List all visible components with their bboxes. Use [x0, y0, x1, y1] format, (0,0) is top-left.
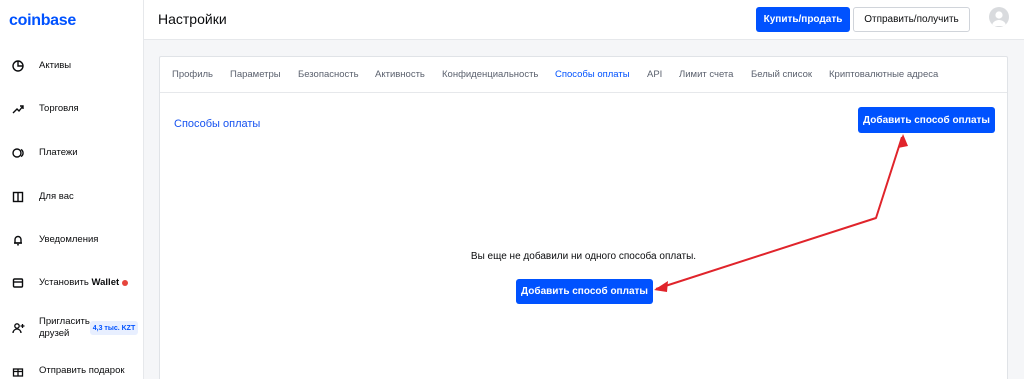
invite-label-line2: друзей: [39, 328, 70, 339]
add-payment-method-button[interactable]: Добавить способ оплаты: [858, 107, 995, 133]
sidebar-item-trade[interactable]: Торговля: [0, 94, 143, 124]
empty-state-message: Вы еще не добавили ни одного способа опл…: [470, 251, 697, 262]
tab-api[interactable]: API: [647, 69, 662, 80]
settings-tabs: Профиль Параметры Безопасность Активност…: [160, 57, 1007, 93]
settings-card: Профиль Параметры Безопасность Активност…: [159, 56, 1008, 379]
sidebar-item-notifications[interactable]: Уведомления: [0, 225, 143, 255]
sidebar: coinbase Активы Торговля Платежи Для вас…: [0, 0, 144, 379]
tab-preferences[interactable]: Параметры: [230, 69, 281, 80]
tab-account-limits[interactable]: Лимит счета: [679, 69, 733, 80]
notification-dot: [122, 280, 128, 286]
sidebar-item-assets[interactable]: Активы: [0, 51, 143, 81]
book-icon: [11, 190, 25, 204]
tab-crypto-addresses[interactable]: Криптовалютные адреса: [829, 69, 938, 80]
tab-security[interactable]: Безопасность: [298, 69, 359, 80]
sidebar-item-label: Активы: [39, 60, 72, 71]
page-title: Настройки: [158, 11, 227, 27]
gift-icon: [11, 364, 25, 378]
pie-chart-icon: [11, 59, 25, 73]
sidebar-item-send-gift[interactable]: Отправить подарок: [0, 356, 143, 379]
tab-privacy[interactable]: Конфиденциальность: [442, 69, 538, 80]
sidebar-item-label: Отправить подарок: [39, 365, 125, 376]
send-receive-button[interactable]: Отправить/получить: [853, 7, 970, 32]
sidebar-item-label: Торговля: [39, 103, 79, 114]
sidebar-item-install-wallet[interactable]: Установить Wallet: [0, 268, 143, 298]
sidebar-item-for-you[interactable]: Для вас: [0, 182, 143, 212]
buy-sell-button[interactable]: Купить/продать: [756, 7, 850, 32]
referral-reward-badge: 4,3 тыс. KZT: [90, 321, 138, 335]
tab-activity[interactable]: Активность: [375, 69, 425, 80]
bell-icon: [11, 233, 25, 247]
add-payment-method-center-button[interactable]: Добавить способ оплаты: [516, 279, 653, 304]
wallet-label-prefix: Установить: [39, 277, 92, 288]
invite-label-line1: Пригласить: [39, 316, 90, 327]
sidebar-item-label: Установить Wallet: [39, 277, 119, 289]
sidebar-item-label: Платежи: [39, 147, 78, 158]
section-title: Способы оплаты: [174, 118, 261, 130]
payments-icon: [11, 146, 25, 160]
sidebar-item-label: Для вас: [39, 191, 74, 202]
add-user-icon: [11, 321, 25, 335]
sidebar-item-label: Уведомления: [39, 234, 99, 245]
tab-payment-methods[interactable]: Способы оплаты: [555, 69, 630, 80]
tab-whitelist[interactable]: Белый список: [751, 69, 812, 80]
wallet-icon: [11, 276, 25, 290]
user-silhouette-icon: [992, 11, 1006, 26]
sidebar-item-label: Пригласить друзей: [39, 316, 90, 340]
top-header: Настройки Купить/продать Отправить/получ…: [144, 0, 1024, 40]
avatar[interactable]: [989, 7, 1009, 27]
trend-up-icon: [11, 102, 25, 116]
sidebar-item-payments[interactable]: Платежи: [0, 138, 143, 168]
wallet-label-bold: Wallet: [91, 277, 120, 288]
tab-profile[interactable]: Профиль: [172, 69, 213, 80]
coinbase-logo[interactable]: coinbase: [9, 12, 76, 30]
